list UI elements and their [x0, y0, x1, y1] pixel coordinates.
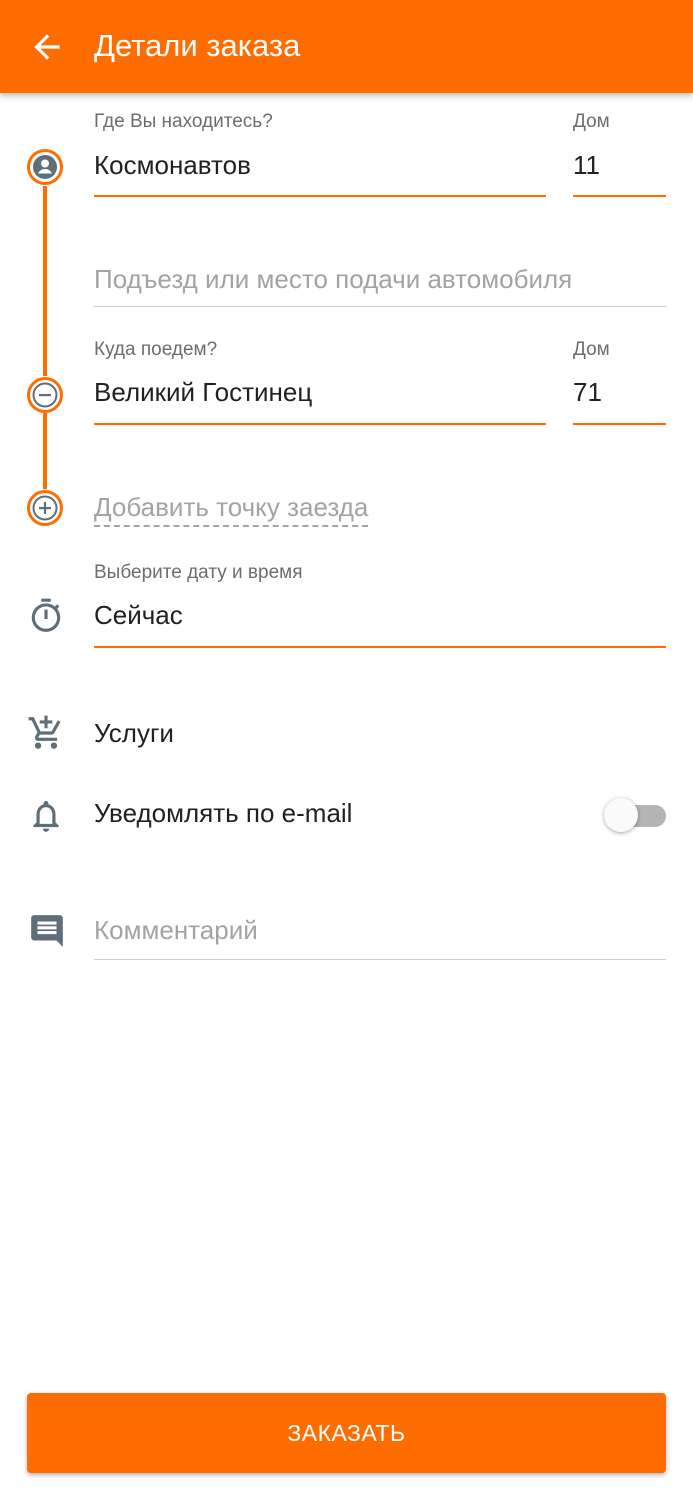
remove-circle-icon[interactable] — [26, 376, 64, 414]
pickup-label: Где Вы находитесь? — [94, 111, 273, 132]
destination-street-underline — [94, 423, 546, 425]
pickup-street-input[interactable]: Космонавтов — [94, 149, 546, 181]
destination-label: Куда поедем? — [94, 339, 218, 360]
page-title: Детали заказа — [94, 28, 301, 63]
datetime-input[interactable]: Сейчас — [94, 599, 666, 631]
destination-house-input[interactable]: 71 — [573, 376, 666, 408]
toggle-thumb — [604, 798, 638, 832]
entrance-underline — [94, 306, 666, 307]
pickup-house-input[interactable]: 11 — [573, 149, 666, 181]
route-line — [43, 413, 47, 489]
datetime-underline — [94, 646, 666, 648]
add-stop-link[interactable]: Добавить точку заезда — [94, 491, 369, 527]
arrow-back-icon[interactable] — [28, 28, 66, 66]
pickup-house-underline — [573, 195, 666, 197]
datetime-label: Выберите дату и время — [94, 562, 303, 583]
comment-underline — [94, 959, 666, 960]
pickup-street-underline — [94, 195, 546, 197]
email-notify-toggle[interactable] — [604, 798, 668, 832]
destination-house-label: Дом — [573, 339, 610, 360]
timer-icon — [27, 597, 65, 635]
comment-input[interactable]: Комментарий — [94, 914, 666, 946]
comment-icon — [28, 912, 66, 950]
pickup-house-label: Дом — [573, 111, 610, 132]
route-line — [43, 186, 47, 376]
email-notify-label: Уведомлять по e-mail — [94, 798, 353, 828]
person-circle-icon — [26, 148, 64, 186]
entrance-input[interactable]: Подъезд или место подачи автомобиля — [94, 263, 666, 295]
services-item[interactable]: Услуги — [94, 717, 174, 749]
destination-house-underline — [573, 423, 666, 425]
add-circle-icon[interactable] — [26, 489, 64, 527]
app-bar: Детали заказа — [0, 0, 693, 93]
destination-street-input[interactable]: Великий Гостинец — [94, 376, 546, 408]
bell-icon — [27, 796, 65, 836]
add-cart-icon — [27, 714, 65, 752]
order-button[interactable]: ЗАКАЗАТЬ — [27, 1393, 666, 1473]
